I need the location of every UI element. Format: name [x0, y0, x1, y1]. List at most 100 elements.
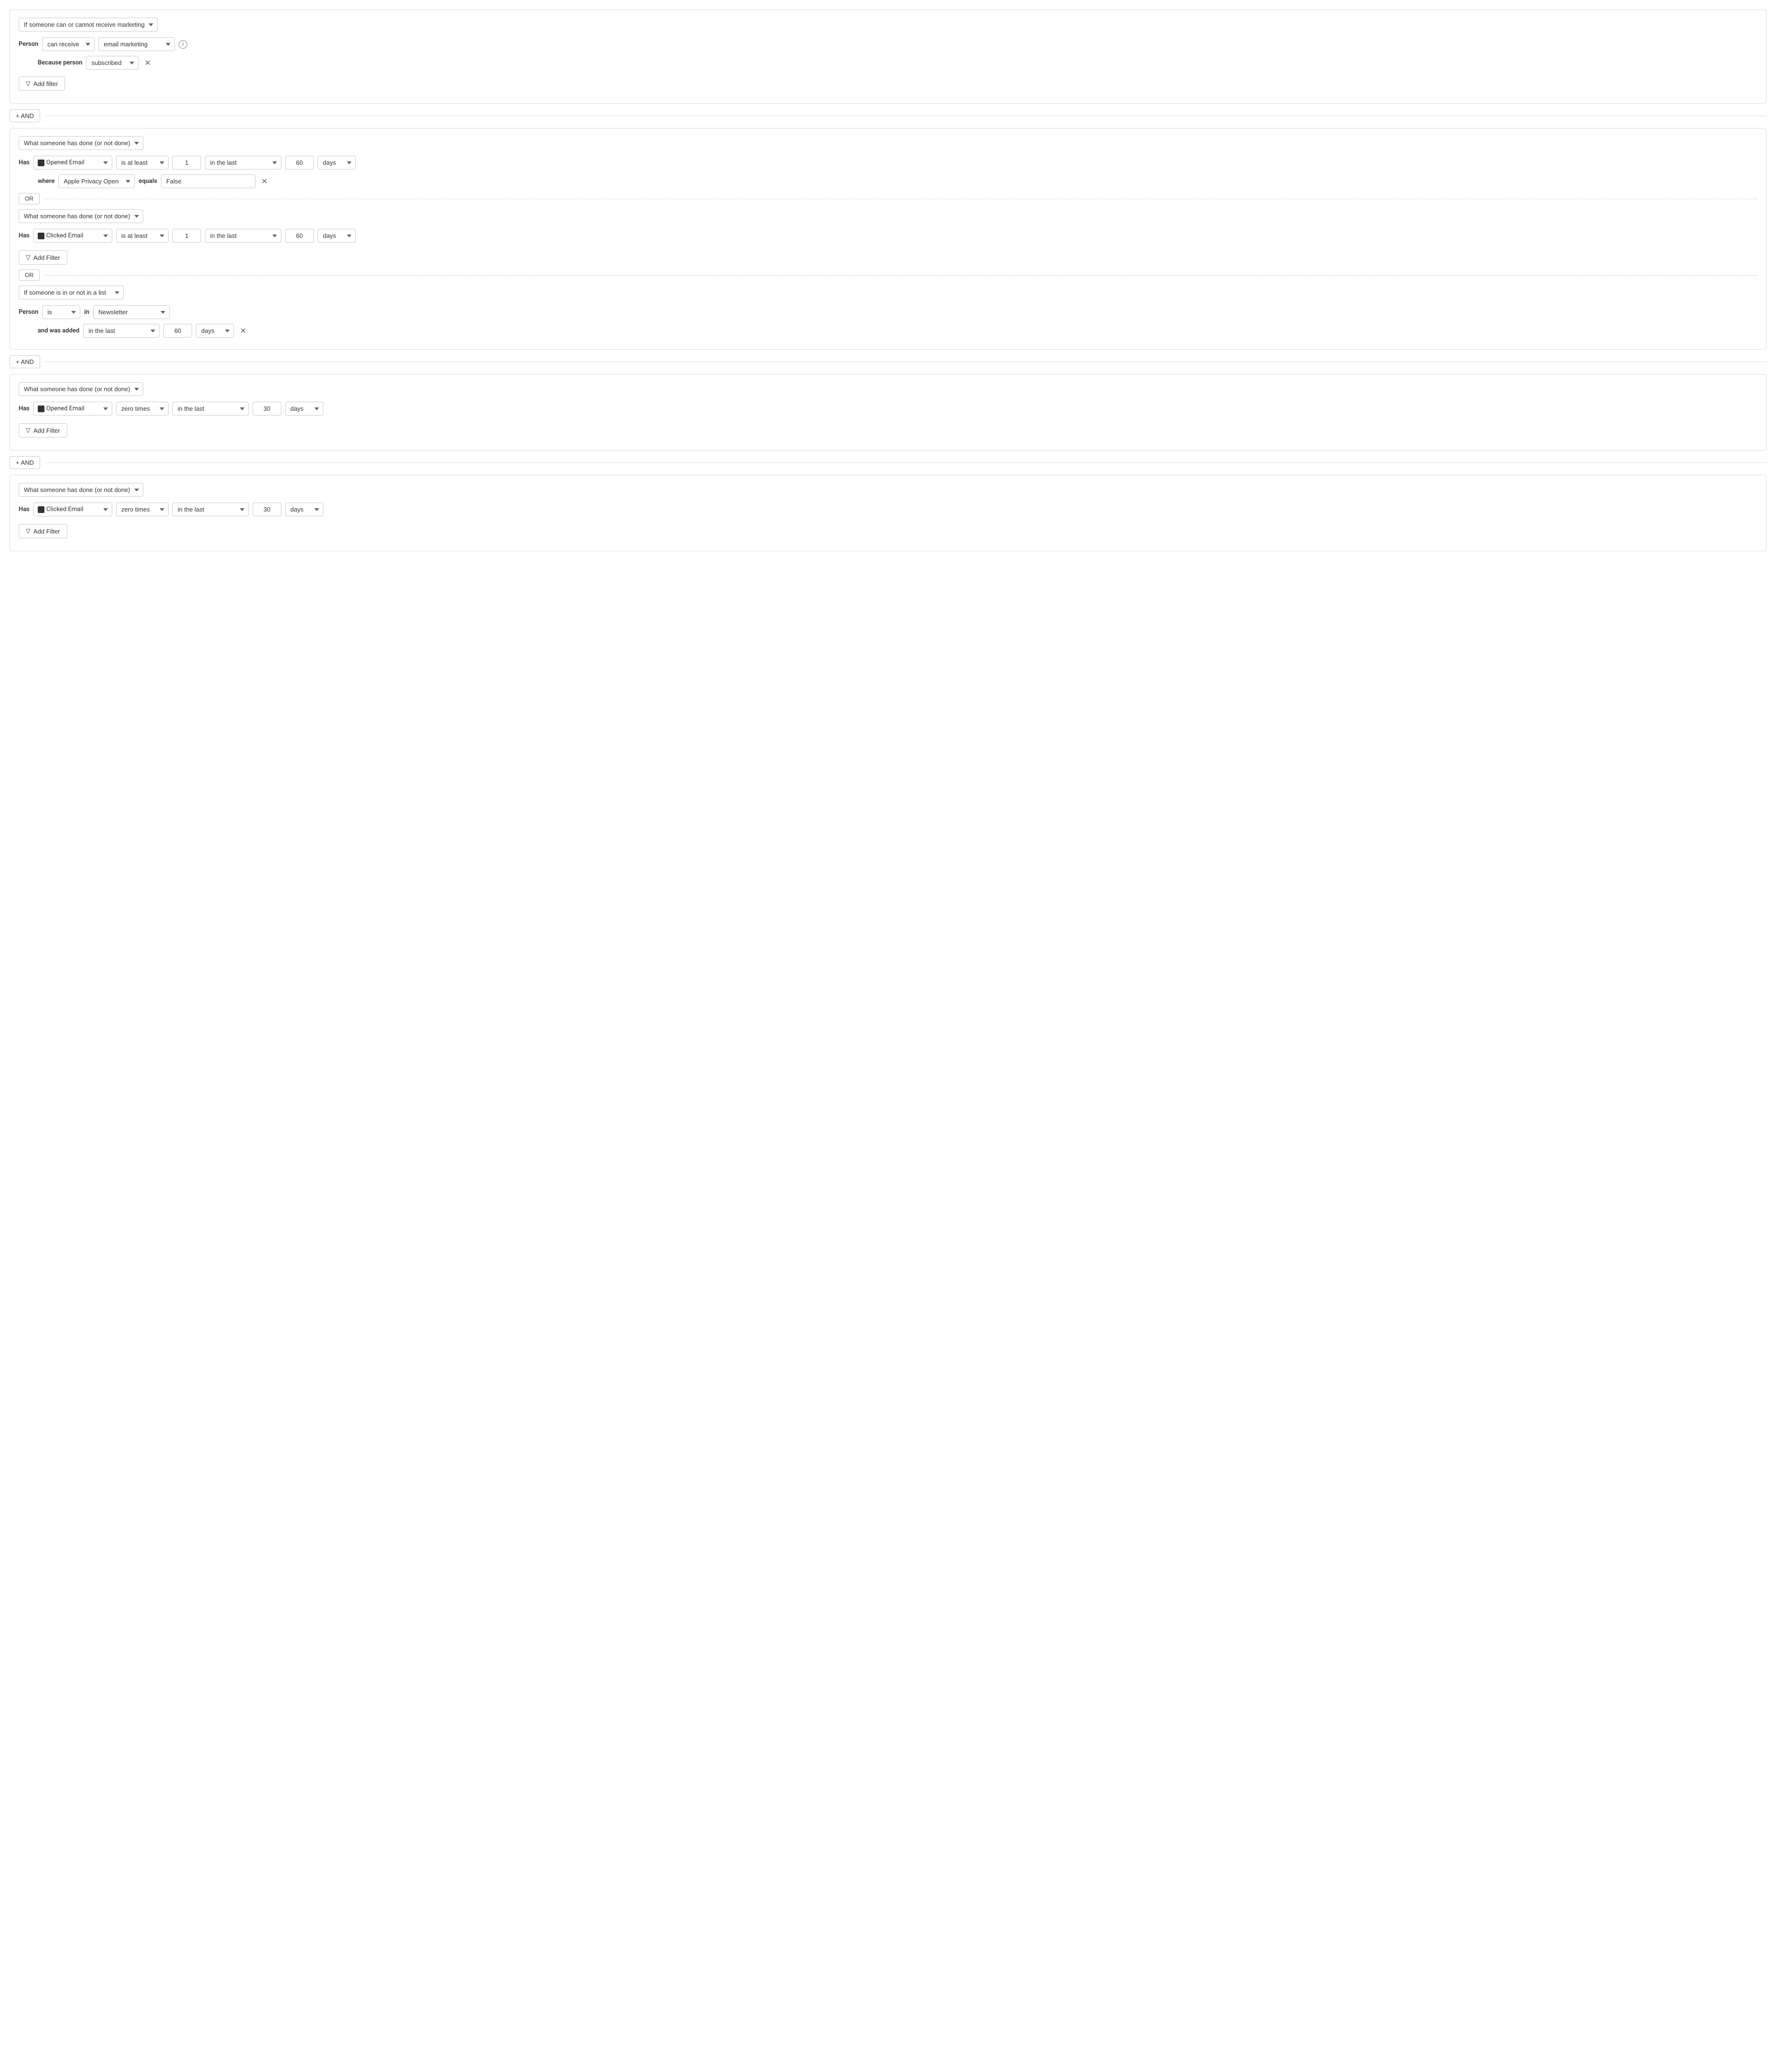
time-value-input-2c[interactable] — [163, 324, 192, 338]
sub-block-2b-header: What someone has done (or not done) — [19, 209, 1757, 223]
filter-icon-1: ▽ — [26, 80, 31, 87]
or-button-2[interactable]: OR — [19, 269, 40, 281]
add-filter-label-1: Add filter — [33, 80, 58, 87]
or-button-1[interactable]: OR — [19, 193, 40, 204]
or-connector-2: OR — [19, 269, 1757, 281]
add-filter-button-3[interactable]: ▽ Add Filter — [19, 423, 67, 438]
block-marketing-header-row: If someone can or cannot receive marketi… — [19, 18, 1757, 32]
where-close-button-2a[interactable]: ✕ — [259, 177, 269, 186]
and-line-3 — [45, 462, 1766, 463]
where-row-2a: where Apple Privacy Open equals ✕ — [38, 174, 1757, 188]
and-was-added-close-button[interactable]: ✕ — [238, 326, 248, 336]
opened-email-select-3[interactable]: Opened Email — [33, 402, 112, 416]
and-was-added-row: and was added in the last days ✕ — [38, 324, 1757, 338]
is-at-least-select-2b[interactable]: is at least — [116, 229, 169, 243]
can-receive-select[interactable]: can receive — [42, 37, 95, 51]
opened-email-select[interactable]: Opened Email — [33, 156, 112, 170]
has-label-3: Has — [19, 405, 30, 412]
sub-block-2a: What someone has done (or not done) Has … — [19, 136, 1757, 188]
and-connector-2: + AND — [10, 355, 1766, 368]
done-not-done-select-3[interactable]: What someone has done (or not done) — [19, 382, 143, 396]
person-list-row: Person is in Newsletter — [19, 305, 1757, 319]
clicked-email-select-4[interactable]: Clicked Email — [33, 502, 112, 516]
in-the-last-select-2b[interactable]: in the last — [205, 229, 281, 243]
and-button-2[interactable]: + AND — [10, 355, 40, 368]
value-input-2a[interactable] — [172, 156, 201, 170]
opened-email-row: Has Opened Email is at least in the last… — [19, 156, 1757, 170]
zero-times-select-4[interactable]: zero times — [116, 502, 169, 516]
in-the-last-select-4[interactable]: in the last — [172, 502, 249, 516]
or-connector-1: OR — [19, 193, 1757, 204]
done-not-done-select-2a[interactable]: What someone has done (or not done) — [19, 136, 143, 150]
time-value-input-2a[interactable] — [285, 156, 314, 170]
equals-value-input-2a[interactable] — [161, 174, 256, 188]
done-not-done-select-2b[interactable]: What someone has done (or not done) — [19, 209, 143, 223]
add-filter-row-2b: ▽ Add Filter — [19, 247, 1757, 265]
add-filter-button-2b[interactable]: ▽ Add Filter — [19, 250, 67, 265]
info-icon[interactable]: i — [179, 40, 187, 49]
is-select-2c[interactable]: is — [42, 305, 80, 319]
is-at-least-select-2a[interactable]: is at least — [116, 156, 169, 170]
in-list-select-2c[interactable]: If someone is in or not in a list — [19, 286, 124, 299]
filter-icon-3: ▽ — [26, 427, 31, 434]
block-marketing: If someone can or cannot receive marketi… — [10, 10, 1766, 104]
apple-privacy-open-select[interactable]: Apple Privacy Open — [58, 174, 135, 188]
opened-email-label-3: Opened Email — [46, 405, 85, 412]
email-marketing-select[interactable]: email marketing — [98, 37, 175, 51]
and-connector-3: + AND — [10, 456, 1766, 469]
block-3-header: What someone has done (or not done) — [19, 382, 1757, 396]
days-select-2a[interactable]: days — [318, 156, 356, 170]
and-was-added-label: and was added — [38, 327, 79, 334]
add-filter-label-2b: Add Filter — [33, 254, 60, 261]
zero-times-select-3[interactable]: zero times — [116, 402, 169, 416]
done-not-done-select-4[interactable]: What someone has done (or not done) — [19, 483, 143, 497]
add-filter-label-4: Add Filter — [33, 528, 60, 535]
where-label-2a: where — [38, 178, 54, 185]
block-4-header: What someone has done (or not done) — [19, 483, 1757, 497]
add-filter-label-3: Add Filter — [33, 427, 60, 434]
in-label-2c: in — [84, 309, 89, 316]
days-select-4[interactable]: days — [285, 502, 323, 516]
person-label: Person — [19, 41, 38, 48]
sub-block-2a-header: What someone has done (or not done) — [19, 136, 1757, 150]
because-person-row: Because person subscribed ✕ — [38, 56, 1757, 70]
person-label-2c: Person — [19, 309, 38, 316]
sub-block-2c: If someone is in or not in a list Person… — [19, 286, 1757, 338]
subscribed-close-button[interactable]: ✕ — [142, 58, 152, 68]
add-filter-button-1[interactable]: ▽ Add filter — [19, 76, 65, 91]
days-select-2b[interactable]: days — [318, 229, 356, 243]
and-connector-1: + AND — [10, 109, 1766, 122]
time-value-input-4[interactable] — [253, 502, 281, 516]
in-the-last-select-3[interactable]: in the last — [172, 402, 249, 416]
opened-email-icon — [38, 160, 44, 166]
equals-label-2a: equals — [139, 178, 157, 185]
because-person-label: Because person — [38, 59, 82, 66]
subscribed-select[interactable]: subscribed — [86, 56, 139, 70]
has-label-2a: Has — [19, 159, 30, 166]
has-label-4: Has — [19, 506, 30, 513]
in-the-last-select-2c[interactable]: in the last — [83, 324, 160, 338]
time-value-input-2b[interactable] — [285, 229, 314, 243]
in-the-last-select-2a[interactable]: in the last — [205, 156, 281, 170]
and-button-1[interactable]: + AND — [10, 109, 40, 122]
add-filter-row-1: ▽ Add filter — [19, 74, 1757, 91]
has-label-2b: Has — [19, 232, 30, 239]
days-select-3[interactable]: days — [285, 402, 323, 416]
value-input-2b[interactable] — [172, 229, 201, 243]
clicked-email-icon — [38, 233, 44, 239]
newsletter-select-2c[interactable]: Newsletter — [93, 305, 170, 319]
filter-icon-2b: ▽ — [26, 254, 31, 261]
marketing-type-select[interactable]: If someone can or cannot receive marketi… — [19, 18, 158, 32]
block-3: What someone has done (or not done) Has … — [10, 374, 1766, 450]
add-filter-button-4[interactable]: ▽ Add Filter — [19, 524, 67, 538]
clicked-email-label-4: Clicked Email — [46, 506, 84, 513]
opened-email-icon-3 — [38, 406, 44, 412]
person-marketing-row: Person can receive email marketing i — [19, 37, 1757, 51]
time-value-input-3[interactable] — [253, 402, 281, 416]
sub-block-2c-header: If someone is in or not in a list — [19, 286, 1757, 299]
days-select-2c[interactable]: days — [196, 324, 234, 338]
clicked-email-select[interactable]: Clicked Email — [33, 229, 112, 243]
block-4: What someone has done (or not done) Has … — [10, 475, 1766, 551]
and-button-3[interactable]: + AND — [10, 456, 40, 469]
sub-block-2b: What someone has done (or not done) Has … — [19, 209, 1757, 265]
